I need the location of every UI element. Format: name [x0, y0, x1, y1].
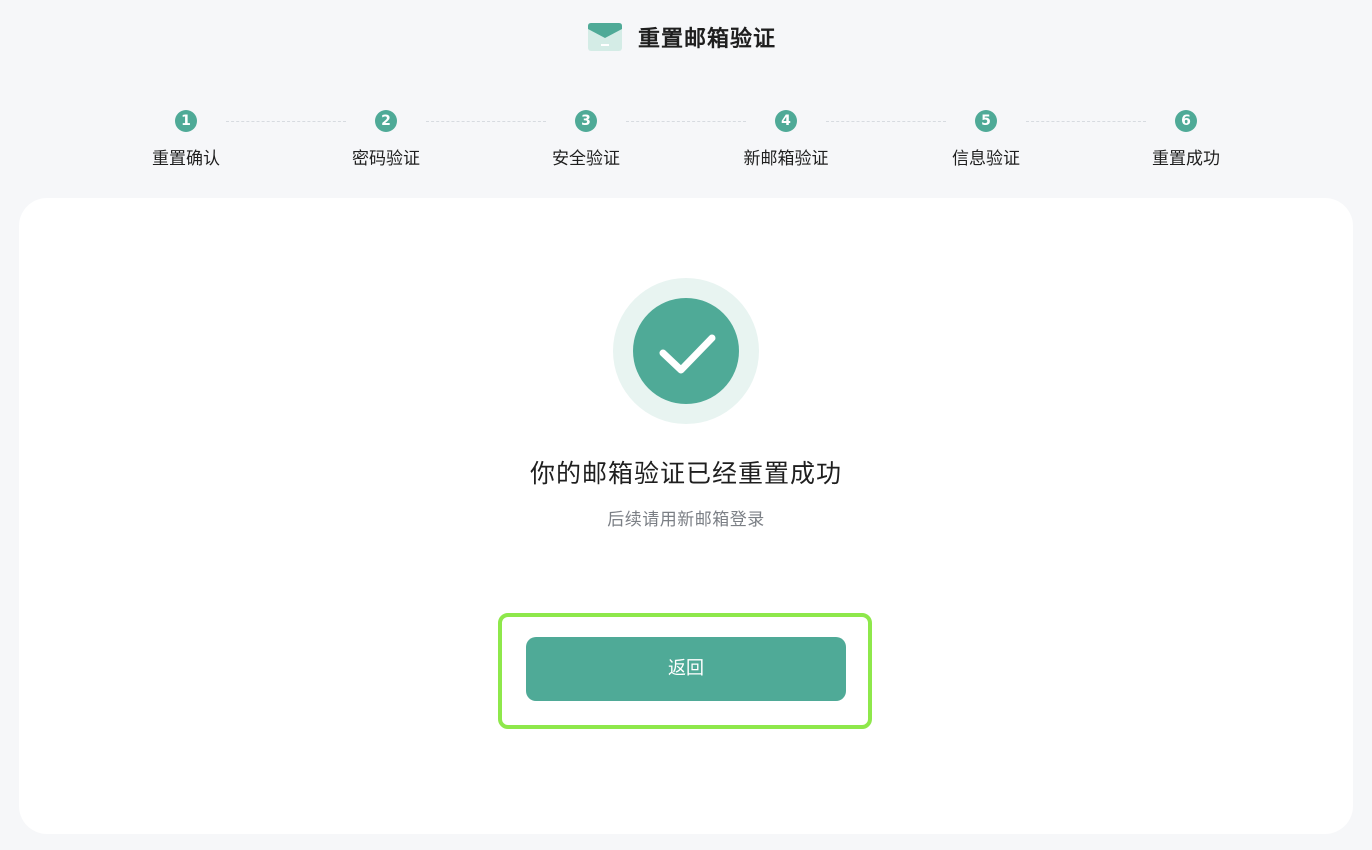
step-1: 1 重置确认: [126, 110, 246, 169]
step-6: 6 重置成功: [1126, 110, 1246, 169]
step-2: 2 密码验证: [326, 110, 446, 169]
step-4: 4 新邮箱验证: [726, 110, 846, 169]
back-button-highlight: 返回: [498, 613, 872, 729]
page-title: 重置邮箱验证: [637, 27, 776, 52]
step-5: 5 信息验证: [926, 110, 1046, 169]
envelope-icon: [587, 23, 622, 51]
step-label: 重置确认: [152, 149, 220, 169]
step-label: 密码验证: [352, 149, 420, 169]
checkmark-icon: [659, 334, 716, 374]
step-number: 3: [575, 110, 597, 132]
step-label: 安全验证: [552, 149, 620, 169]
result-card: 你的邮箱验证已经重置成功 后续请用新邮箱登录 返回: [19, 198, 1353, 834]
success-icon-ring: [613, 278, 759, 424]
step-number: 1: [175, 110, 197, 132]
step-number: 2: [375, 110, 397, 132]
step-label: 信息验证: [952, 149, 1020, 169]
step-number: 6: [1175, 110, 1197, 132]
success-subtitle: 后续请用新邮箱登录: [607, 510, 765, 530]
back-button[interactable]: 返回: [526, 637, 846, 701]
step-number: 5: [975, 110, 997, 132]
page-header: 重置邮箱验证: [0, 20, 1372, 54]
step-indicator: 1 重置确认 2 密码验证 3 安全验证 4 新邮箱验证 5 信息验证 6 重置…: [0, 110, 1372, 170]
check-circle-icon: [633, 298, 739, 404]
step-number: 4: [775, 110, 797, 132]
success-title: 你的邮箱验证已经重置成功: [529, 459, 842, 488]
step-label: 新邮箱验证: [743, 149, 829, 169]
step-3: 3 安全验证: [526, 110, 646, 169]
step-label: 重置成功: [1152, 149, 1220, 169]
